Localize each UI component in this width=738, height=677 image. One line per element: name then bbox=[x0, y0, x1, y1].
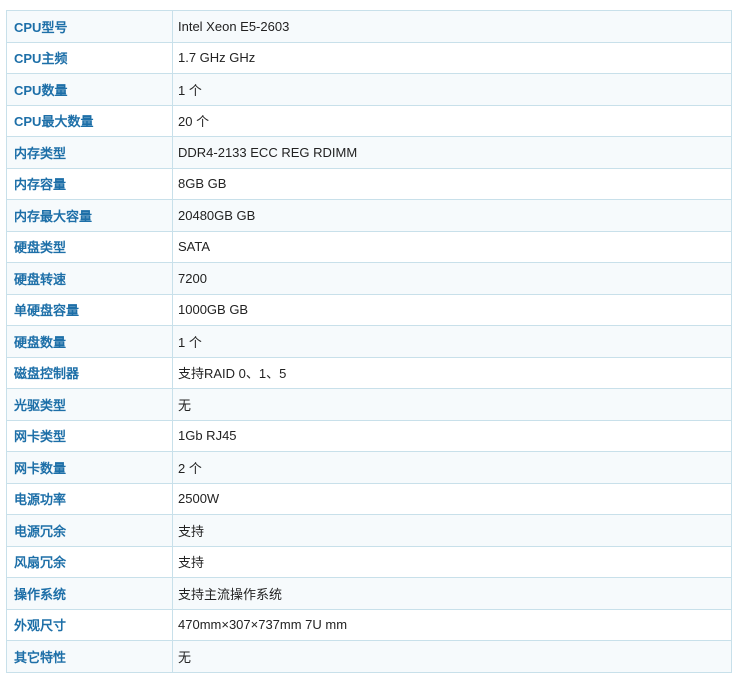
spec-label: 风扇冗余 bbox=[6, 545, 173, 578]
spec-value: 20480GB GB bbox=[172, 199, 732, 232]
spec-label: 内存类型 bbox=[6, 136, 173, 169]
spec-value: 7200 bbox=[172, 262, 732, 295]
spec-label: 光驱类型 bbox=[6, 388, 173, 421]
spec-label: CPU型号 bbox=[6, 10, 173, 43]
spec-row: 硬盘数量 1 个 bbox=[6, 325, 732, 358]
spec-row: 硬盘类型 SATA bbox=[6, 230, 732, 263]
spec-label: 内存容量 bbox=[6, 167, 173, 200]
spec-value: Intel Xeon E5-2603 bbox=[172, 10, 732, 43]
spec-label: 单硬盘容量 bbox=[6, 293, 173, 326]
spec-label: 内存最大容量 bbox=[6, 199, 173, 232]
spec-label: 网卡数量 bbox=[6, 451, 173, 484]
spec-label: 硬盘类型 bbox=[6, 230, 173, 263]
spec-value: 1 个 bbox=[172, 73, 732, 106]
spec-value: 2500W bbox=[172, 482, 732, 515]
spec-table: CPU型号 Intel Xeon E5-2603 CPU主频 1.7 GHz GHz C… bbox=[6, 10, 732, 673]
spec-row: 内存最大容量 20480GB GB bbox=[6, 199, 732, 232]
spec-value: 1 个 bbox=[172, 325, 732, 358]
spec-row: 硬盘转速 7200 bbox=[6, 262, 732, 295]
spec-row: 内存类型 DDR4-2133 ECC REG RDIMM bbox=[6, 136, 732, 169]
spec-label: 磁盘控制器 bbox=[6, 356, 173, 389]
spec-value: 20 个 bbox=[172, 104, 732, 137]
spec-value: DDR4-2133 ECC REG RDIMM bbox=[172, 136, 732, 169]
spec-value: 1.7 GHz GHz bbox=[172, 41, 732, 74]
spec-row: 操作系统 支持主流操作系统 bbox=[6, 577, 732, 610]
spec-value: 支持主流操作系统 bbox=[172, 577, 732, 610]
spec-row: 网卡数量 2 个 bbox=[6, 451, 732, 484]
spec-label: 硬盘数量 bbox=[6, 325, 173, 358]
spec-label: 硬盘转速 bbox=[6, 262, 173, 295]
spec-row: CPU主频 1.7 GHz GHz bbox=[6, 41, 732, 74]
spec-label: 其它特性 bbox=[6, 640, 173, 673]
spec-row: 光驱类型无 bbox=[6, 388, 732, 421]
spec-row: 电源冗余 支持 bbox=[6, 514, 732, 547]
spec-row: 内存容量 8GB GB bbox=[6, 167, 732, 200]
spec-row: 网卡类型 1Gb RJ45 bbox=[6, 419, 732, 452]
spec-row: CPU数量 1 个 bbox=[6, 73, 732, 106]
spec-value: 1Gb RJ45 bbox=[172, 419, 732, 452]
spec-row: 单硬盘容量 1000GB GB bbox=[6, 293, 732, 326]
spec-label: 网卡类型 bbox=[6, 419, 173, 452]
spec-row: 外观尺寸 470mm×307×737mm 7U mm bbox=[6, 608, 732, 641]
spec-row: 风扇冗余 支持 bbox=[6, 545, 732, 578]
spec-value: 470mm×307×737mm 7U mm bbox=[172, 608, 732, 641]
spec-value: 无 bbox=[172, 388, 732, 421]
spec-label: CPU主频 bbox=[6, 41, 173, 74]
spec-value: 1000GB GB bbox=[172, 293, 732, 326]
spec-value: 支持 bbox=[172, 514, 732, 547]
spec-value: SATA bbox=[172, 230, 732, 263]
spec-value: 支持 bbox=[172, 545, 732, 578]
spec-label: 外观尺寸 bbox=[6, 608, 173, 641]
spec-row: CPU型号 Intel Xeon E5-2603 bbox=[6, 10, 732, 43]
spec-value: 无 bbox=[172, 640, 732, 673]
spec-label: CPU最大数量 bbox=[6, 104, 173, 137]
spec-label: CPU数量 bbox=[6, 73, 173, 106]
spec-row: 其它特性无 bbox=[6, 640, 732, 673]
spec-label: 电源冗余 bbox=[6, 514, 173, 547]
spec-row: 电源功率 2500W bbox=[6, 482, 732, 515]
spec-row: 磁盘控制器 支持RAID 0、1、5 bbox=[6, 356, 732, 389]
spec-row: CPU最大数量 20 个 bbox=[6, 104, 732, 137]
spec-table-body: CPU型号 Intel Xeon E5-2603 CPU主频 1.7 GHz GHz C… bbox=[6, 10, 732, 673]
spec-value: 支持RAID 0、1、5 bbox=[172, 356, 732, 389]
spec-value: 2 个 bbox=[172, 451, 732, 484]
spec-value: 8GB GB bbox=[172, 167, 732, 200]
spec-label: 电源功率 bbox=[6, 482, 173, 515]
spec-label: 操作系统 bbox=[6, 577, 173, 610]
